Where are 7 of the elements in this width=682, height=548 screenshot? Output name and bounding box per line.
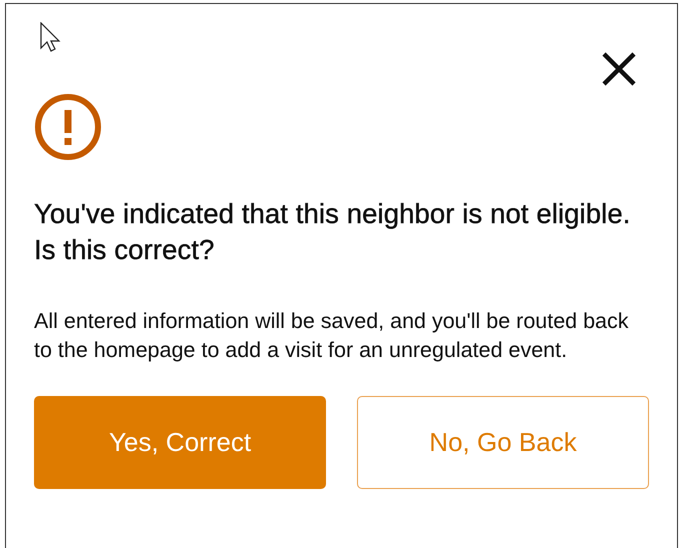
close-button[interactable] xyxy=(601,51,637,87)
back-button[interactable]: No, Go Back xyxy=(357,396,649,489)
dialog-heading: You've indicated that this neighbor is not eligible. Is this correct? xyxy=(34,197,632,267)
warning-icon xyxy=(34,93,102,161)
pointer-icon xyxy=(40,22,62,52)
dialog-message: All entered information will be saved, and you'll be routed back to the homepage to add a visit for an unregulated event. xyxy=(34,308,630,364)
confirm-button[interactable]: Yes, Correct xyxy=(34,396,326,489)
